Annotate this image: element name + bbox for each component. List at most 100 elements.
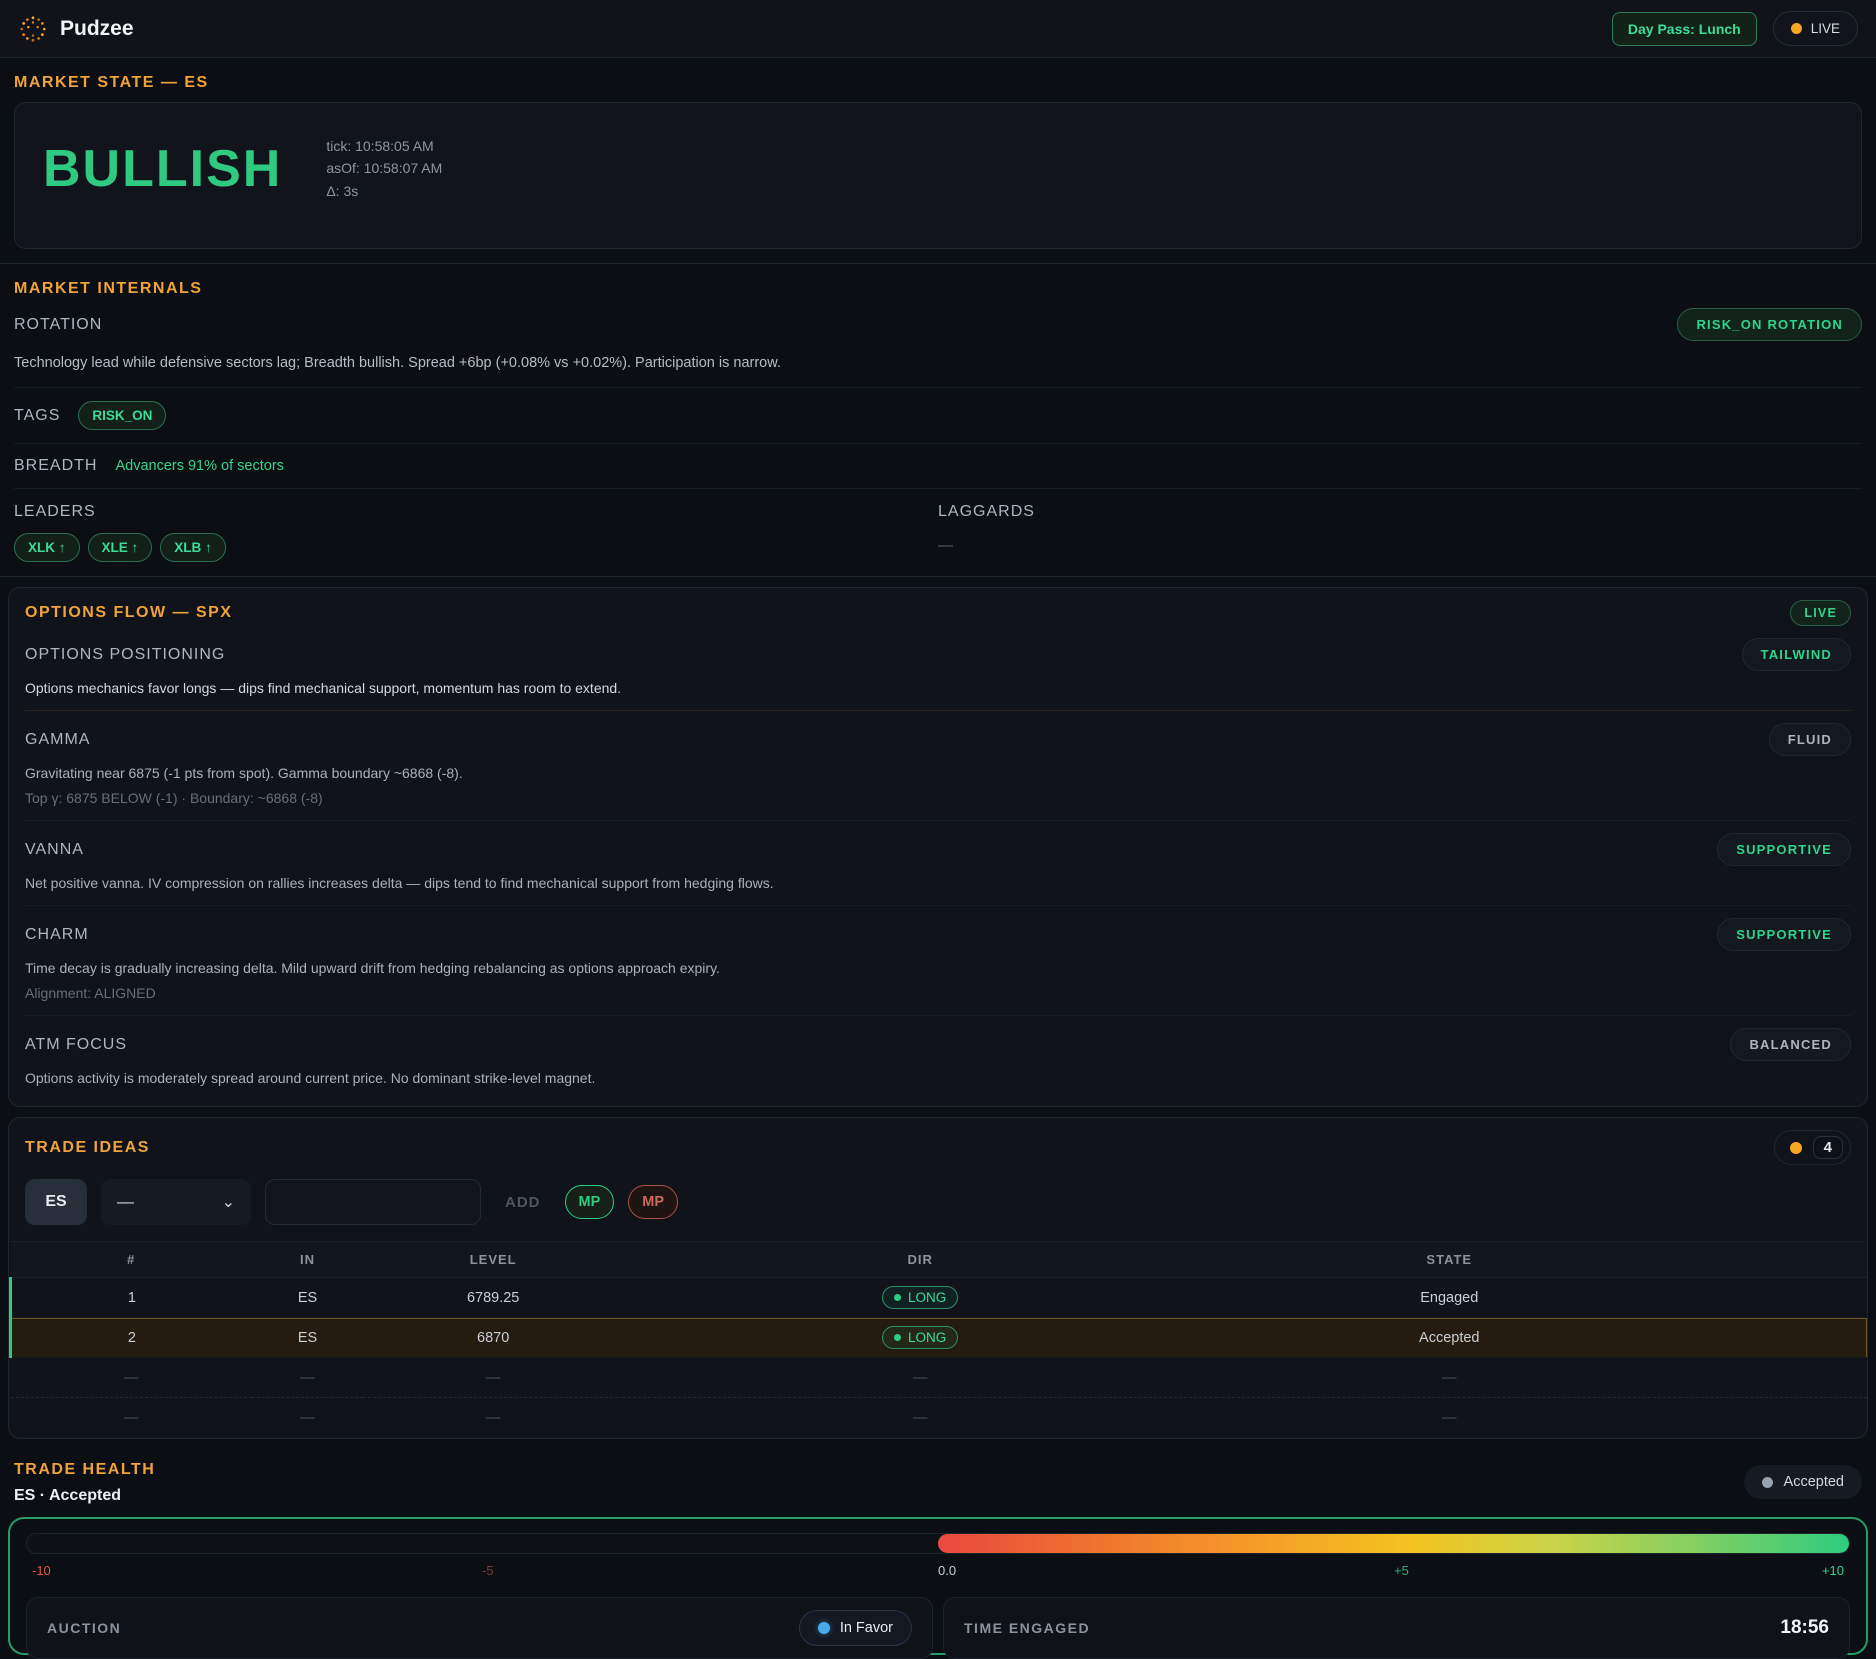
vanna-badge: SUPPORTIVE (1717, 833, 1851, 866)
market-state-title: MARKET STATE — ES (14, 74, 1862, 92)
tick-time: tick: 10:58:05 AM (326, 135, 442, 157)
gamma-detail: Top γ: 6875 BELOW (-1) · Boundary: ~6868… (25, 790, 1851, 806)
vanna-block: VANNA SUPPORTIVE Net positive vanna. IV … (25, 821, 1851, 906)
day-pass-badge: Day Pass: Lunch (1612, 12, 1757, 46)
market-state-section: MARKET STATE — ES BULLISH tick: 10:58:05… (0, 58, 1876, 264)
add-button[interactable]: ADD (495, 1188, 551, 1217)
cell-num: 1 (11, 1278, 252, 1318)
charm-label: CHARM (25, 926, 89, 944)
table-row[interactable]: 1 ES 6789.25 LONG Engaged (11, 1278, 1868, 1318)
ideas-count-dot-icon (1790, 1142, 1802, 1154)
vanna-text: Net positive vanna. IV compression on ra… (25, 875, 1851, 891)
in-favor-label: In Favor (840, 1620, 893, 1636)
col-num: # (11, 1242, 252, 1278)
live-label: LIVE (1811, 21, 1840, 36)
trade-health-header: TRADE HEALTH ES · Accepted Accepted (14, 1461, 1862, 1505)
col-dir: DIR (623, 1242, 1217, 1278)
auction-in-favor-pill[interactable]: In Favor (799, 1610, 912, 1646)
trade-ideas-title: TRADE IDEAS (25, 1139, 150, 1157)
health-gauge-fill (938, 1534, 1849, 1553)
scale-minus10: -10 (32, 1563, 51, 1578)
charm-block: CHARM SUPPORTIVE Time decay is gradually… (25, 906, 1851, 1016)
accepted-dot-icon (1762, 1477, 1773, 1488)
col-in: IN (252, 1242, 363, 1278)
options-flow-title-row: OPTIONS FLOW — SPX LIVE (25, 600, 1851, 626)
cell-dir: LONG (623, 1318, 1217, 1358)
gamma-label: GAMMA (25, 731, 90, 749)
market-state-meta: tick: 10:58:05 AM asOf: 10:58:07 AM Δ: 3… (326, 135, 442, 202)
time-engaged-label: TIME ENGAGED (964, 1620, 1090, 1636)
idea-type-select[interactable]: — ⌄ (101, 1179, 251, 1225)
cell-in: ES (252, 1278, 363, 1318)
chevron-down-icon: ⌄ (222, 1192, 235, 1212)
in-favor-dot-icon (818, 1622, 830, 1634)
long-dot-icon (894, 1294, 901, 1301)
options-flow-card: OPTIONS FLOW — SPX LIVE OPTIONS POSITION… (8, 587, 1868, 1107)
charm-alignment: Alignment: ALIGNED (25, 985, 1851, 1001)
trade-health-section: TRADE HEALTH ES · Accepted Accepted (0, 1449, 1876, 1505)
gamma-badge: FLUID (1769, 723, 1851, 756)
cell-state: Engaged (1217, 1278, 1681, 1318)
cell-state: Accepted (1217, 1318, 1681, 1358)
options-flow-inner: OPTIONS FLOW — SPX LIVE OPTIONS POSITION… (9, 588, 1867, 1106)
trade-health-subtitle: ES · Accepted (14, 1487, 155, 1505)
table-header-row: # IN LEVEL DIR STATE (11, 1242, 1868, 1278)
pudzee-logo-icon (18, 14, 48, 44)
health-gauge-scale: -10 -5 0.0 +5 +10 (26, 1563, 1850, 1583)
market-internals-title: MARKET INTERNALS (14, 280, 1862, 298)
trade-health-title: TRADE HEALTH (14, 1461, 155, 1479)
gamma-block: GAMMA FLUID Gravitating near 6875 (-1 pt… (25, 711, 1851, 821)
cell-in: ES (252, 1318, 363, 1358)
atm-focus-block: ATM FOCUS BALANCED Options activity is m… (25, 1016, 1851, 1100)
leader-pill: XLB ↑ (160, 533, 226, 562)
app-header: Pudzee Day Pass: Lunch LIVE (0, 0, 1876, 58)
mp-long-button[interactable]: MP (565, 1185, 615, 1219)
leaders-column: LEADERS XLK ↑ XLE ↑ XLB ↑ (14, 503, 938, 562)
live-dot-icon (1791, 23, 1802, 34)
symbol-button[interactable]: ES (25, 1179, 87, 1225)
table-row-selected[interactable]: 2 ES 6870 LONG Accepted (11, 1318, 1868, 1358)
tag-pill: RISK_ON (78, 401, 166, 430)
options-positioning-badge: TAILWIND (1742, 638, 1851, 671)
rotation-row: ROTATION RISK_ON ROTATION (14, 308, 1862, 341)
leaders-label: LEADERS (14, 503, 938, 521)
rotation-badge: RISK_ON ROTATION (1677, 308, 1862, 341)
atm-focus-label: ATM FOCUS (25, 1036, 127, 1054)
level-input[interactable] (265, 1179, 481, 1225)
header-right: Day Pass: Lunch LIVE (1612, 11, 1858, 46)
options-flow-live-badge: LIVE (1790, 600, 1851, 626)
options-flow-title: OPTIONS FLOW — SPX (25, 604, 232, 622)
col-level: LEVEL (363, 1242, 623, 1278)
breadth-label: BREADTH (14, 457, 97, 475)
table-row-empty: —— —— — (11, 1398, 1868, 1438)
live-indicator: LIVE (1773, 11, 1858, 46)
time-engaged-box: TIME ENGAGED 18:56 (943, 1597, 1850, 1659)
trade-ideas-card: TRADE IDEAS 4 ES — ⌄ ADD MP MP # IN LEVE… (8, 1117, 1868, 1439)
leaders-pills: XLK ↑ XLE ↑ XLB ↑ (14, 533, 938, 562)
atm-focus-text: Options activity is moderately spread ar… (25, 1070, 1851, 1086)
scale-minus5: -5 (482, 1563, 494, 1578)
health-bottom-row: AUCTION In Favor TIME ENGAGED 18:56 (26, 1597, 1850, 1659)
atm-focus-badge: BALANCED (1730, 1028, 1851, 1061)
trade-ideas-table: # IN LEVEL DIR STATE 1 ES 6789.25 LONG E… (9, 1241, 1867, 1438)
long-pill: LONG (882, 1326, 958, 1349)
delta-time: Δ: 3s (326, 180, 442, 202)
mp-short-button[interactable]: MP (628, 1185, 678, 1219)
cell-dir: LONG (623, 1278, 1217, 1318)
market-state-card: BULLISH tick: 10:58:05 AM asOf: 10:58:07… (14, 102, 1862, 249)
breadth-row: BREADTH Advancers 91% of sectors (14, 444, 1862, 489)
tags-label: TAGS (14, 407, 60, 425)
asof-time: asOf: 10:58:07 AM (326, 157, 442, 179)
trade-ideas-controls: ES — ⌄ ADD MP MP (9, 1169, 1867, 1241)
health-gauge-track (26, 1533, 1850, 1554)
tags-row: TAGS RISK_ON (14, 388, 1862, 444)
cell-level: 6789.25 (363, 1278, 623, 1318)
ideas-count-badge: 4 (1774, 1130, 1851, 1165)
ideas-count-value: 4 (1813, 1136, 1843, 1159)
charm-badge: SUPPORTIVE (1717, 918, 1851, 951)
laggards-empty: — (938, 537, 1862, 554)
scale-zero: 0.0 (938, 1563, 956, 1578)
options-positioning-text: Options mechanics favor longs — dips fin… (25, 680, 1851, 696)
scale-plus5: +5 (1394, 1563, 1409, 1578)
rotation-text: Technology lead while defensive sectors … (14, 341, 1862, 388)
